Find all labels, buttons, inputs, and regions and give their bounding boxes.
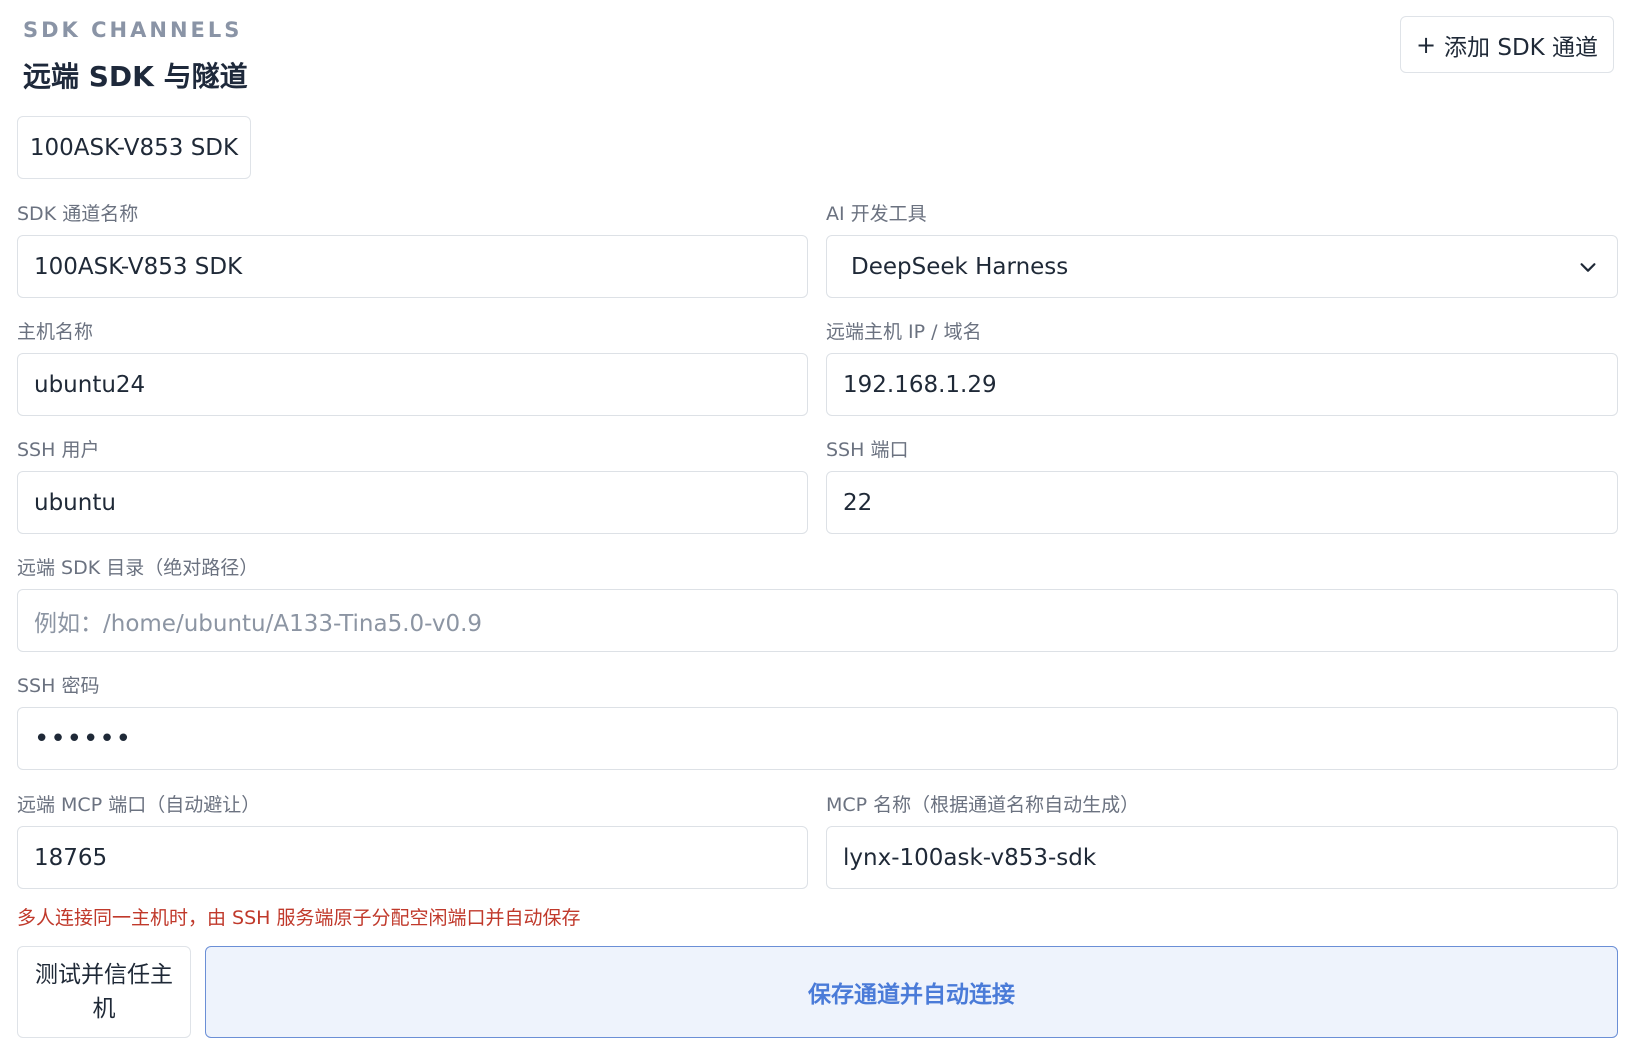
mcp-port-input[interactable]: 18765 [17, 826, 808, 889]
save-and-connect-button[interactable]: 保存通道并自动连接 [205, 946, 1618, 1038]
channel-name-label: SDK 通道名称 [17, 203, 139, 225]
plus-icon: + [1415, 30, 1437, 59]
mcp-name-input[interactable]: lynx-100ask-v853-sdk [826, 826, 1618, 889]
tab-channel[interactable]: 100ASK-V853 SDK [17, 116, 251, 179]
sdk-dir-label: 远端 SDK 目录（绝对路径） [17, 557, 259, 579]
ssh-port-input[interactable]: 22 [826, 471, 1618, 534]
page-title: 远端 SDK 与隧道 [23, 60, 248, 93]
hostname-label: 主机名称 [17, 321, 94, 343]
ai-tool-label: AI 开发工具 [826, 203, 927, 225]
add-sdk-channel-label: 添加 SDK 通道 [1444, 34, 1599, 61]
chevron-down-icon [1580, 262, 1596, 272]
ssh-port-label: SSH 端口 [826, 439, 909, 461]
port-allocation-hint: 多人连接同一主机时，由 SSH 服务端原子分配空闲端口并自动保存 [17, 907, 581, 929]
mcp-name-label: MCP 名称（根据通道名称自动生成） [826, 794, 1140, 816]
ssh-user-input[interactable]: ubuntu [17, 471, 808, 534]
section-eyebrow: SDK CHANNELS [23, 18, 243, 42]
ssh-password-label: SSH 密码 [17, 675, 100, 697]
mcp-port-label: 远端 MCP 端口（自动避让） [17, 794, 261, 816]
ssh-user-label: SSH 用户 [17, 439, 100, 461]
test-and-trust-host-button[interactable]: 测试并信任主机 [17, 946, 191, 1038]
add-sdk-channel-button[interactable]: + 添加 SDK 通道 [1400, 16, 1614, 73]
sdk-dir-input[interactable]: 例如：/home/ubuntu/A133-Tina5.0-v0.9 [17, 589, 1618, 652]
remote-ip-input[interactable]: 192.168.1.29 [826, 353, 1618, 416]
ai-tool-select[interactable]: DeepSeek Harness [826, 235, 1618, 298]
ssh-password-input[interactable]: •••••• [17, 707, 1618, 770]
remote-ip-label: 远端主机 IP / 域名 [826, 321, 982, 343]
ai-tool-value: DeepSeek Harness [851, 253, 1069, 280]
channel-name-input[interactable]: 100ASK-V853 SDK [17, 235, 808, 298]
hostname-input[interactable]: ubuntu24 [17, 353, 808, 416]
sdk-channels-page: SDK CHANNELS 远端 SDK 与隧道 + 添加 SDK 通道 100A… [0, 0, 1635, 1049]
